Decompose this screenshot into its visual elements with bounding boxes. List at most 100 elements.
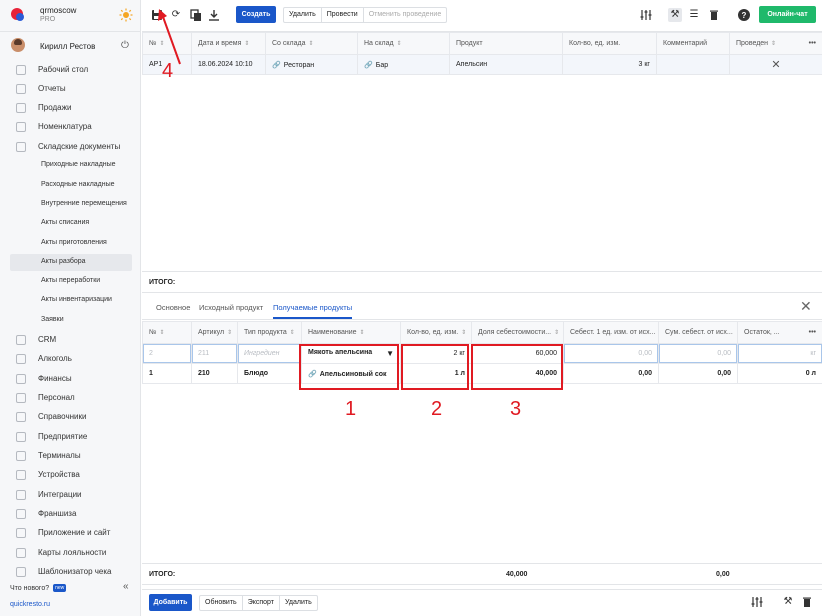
nav-item-nomenclature[interactable]: Номенклатура: [0, 118, 141, 136]
col-header-to[interactable]: На склад ⇕: [357, 32, 450, 55]
nav-item-reports[interactable]: Отчеты: [0, 80, 141, 98]
document-actions: Удалить Провести Отменить проведение: [283, 7, 448, 23]
cell-to: 🔗 Бар: [357, 54, 450, 75]
col-header-product[interactable]: Продукт: [449, 32, 563, 55]
add-button[interactable]: Добавить: [149, 594, 192, 611]
create-button[interactable]: Создать: [236, 6, 276, 23]
col-header-qty[interactable]: Кол-во, ед. изм.: [562, 32, 657, 55]
nav-item-devices[interactable]: Устройства: [0, 466, 141, 484]
download-icon[interactable]: [207, 8, 221, 22]
nav-item-franchise[interactable]: Франшиза: [0, 505, 141, 523]
user-profile[interactable]: Кирилл Рестов ⏻: [0, 33, 141, 59]
cell-article[interactable]: 211: [191, 343, 238, 364]
col-header-cost1[interactable]: Себест. 1 ед. изм. от исх...: [563, 321, 659, 344]
tools-icon[interactable]: ⚒: [781, 595, 795, 609]
cell-type[interactable]: Ингредиен: [237, 343, 302, 364]
crm-icon: [16, 335, 26, 345]
close-icon[interactable]: ✕: [800, 298, 812, 315]
bottom-total-row: ИТОГО: 40,000 0,00: [142, 563, 822, 585]
cell-sumcost[interactable]: 0,00: [658, 343, 738, 364]
nav-item-reference[interactable]: Справочники: [0, 408, 141, 426]
unpost-button[interactable]: Отменить проведение: [364, 8, 447, 22]
nav-item-warehouse[interactable]: Складские документы: [0, 138, 141, 156]
tab-source-product[interactable]: Исходный продукт: [199, 303, 263, 312]
refresh-button[interactable]: Обновить: [200, 596, 243, 610]
tools-icon[interactable]: ⚒: [668, 8, 682, 22]
filter-settings-icon[interactable]: [750, 595, 764, 609]
site-link[interactable]: quickresto.ru: [10, 601, 50, 608]
table-row[interactable]: АР1 18.06.2024 10:10 🔗 Ресторан 🔗 Бар Апел…: [142, 54, 822, 75]
col-header-date[interactable]: Дата и время ⇕: [191, 32, 266, 55]
subnav-item-inventory[interactable]: Акты инвентаризации: [10, 292, 132, 309]
trash-icon[interactable]: [800, 595, 814, 609]
col-header-num[interactable]: № ⇕: [142, 321, 192, 344]
col-header-sumcost[interactable]: Сум. себест. от исх...: [658, 321, 738, 344]
delete-row-button[interactable]: Удалить: [280, 596, 317, 610]
subnav-item-requests[interactable]: Заявки: [10, 312, 132, 329]
svg-text:?: ?: [742, 11, 747, 20]
nav-item-app[interactable]: Приложение и сайт: [0, 524, 141, 542]
more-icon[interactable]: •••: [809, 329, 816, 336]
tab-main[interactable]: Основное: [156, 303, 190, 312]
nav-item-terminals[interactable]: Терминалы: [0, 447, 141, 465]
staff-icon: [16, 393, 26, 403]
subnav-item-transfers[interactable]: Внутренние перемещения: [10, 196, 132, 213]
nav-label: Терминалы: [38, 451, 81, 460]
col-header-comment[interactable]: Комментарий: [656, 32, 730, 55]
more-icon[interactable]: •••: [809, 40, 816, 47]
nav-item-integrations[interactable]: Интеграции: [0, 486, 141, 504]
col-header-share[interactable]: Доля себестоимости... ⇕: [471, 321, 564, 344]
subnav-item-incoming[interactable]: Приходные накладные: [10, 157, 132, 174]
subnav-label: Внутренние перемещения: [41, 200, 127, 207]
nav-item-enterprise[interactable]: Предприятие: [0, 428, 141, 446]
nav-item-loyalty[interactable]: Карты лояльности: [0, 544, 141, 562]
theme-sun-icon[interactable]: [119, 8, 133, 22]
col-header-type[interactable]: Тип продукта ⇕: [237, 321, 302, 344]
help-icon[interactable]: ?: [737, 8, 751, 22]
nav-item-crm[interactable]: CRM: [0, 331, 141, 349]
nav-item-receipt[interactable]: Шаблонизатор чека: [0, 563, 141, 581]
delete-button[interactable]: Удалить: [284, 8, 322, 22]
nav-item-alcohol[interactable]: Алкоголь: [0, 350, 141, 368]
whats-new-link[interactable]: Что нового? new: [10, 584, 67, 592]
online-chat-button[interactable]: Онлайн-чат: [759, 6, 816, 23]
subnav-item-writeoff[interactable]: Акты списания: [10, 215, 132, 232]
copy-icon[interactable]: [189, 8, 203, 22]
brand-name[interactable]: qrmoscow: [40, 6, 76, 15]
nav-item-sales[interactable]: Продажи: [0, 99, 141, 117]
subnav-item-disassembly[interactable]: Акты разбора: [10, 254, 132, 271]
cell-rest[interactable]: кг: [737, 343, 822, 364]
trash-icon[interactable]: [707, 8, 721, 22]
subnav-item-outgoing[interactable]: Расходные накладные: [10, 177, 132, 194]
subnav-item-processing[interactable]: Акты переработки: [10, 273, 132, 290]
tab-resulting-products[interactable]: Получаемые продукты: [273, 303, 353, 319]
nav-item-staff[interactable]: Персонал: [0, 389, 141, 407]
filter-settings-icon[interactable]: [639, 8, 653, 22]
col-header-from[interactable]: Со склада ⇕: [265, 32, 358, 55]
col-header-qty[interactable]: Кол-во, ед. изм. ⇕: [400, 321, 472, 344]
nav-label: Номенклатура: [38, 122, 92, 131]
cell-sumcost: 0,00: [658, 363, 738, 384]
nav-item-finance[interactable]: Финансы: [0, 370, 141, 388]
annotation-number-3: 3: [510, 398, 522, 420]
col-header-posted[interactable]: Проведен ⇕ •••: [729, 32, 822, 55]
col-header-article[interactable]: Артикул ⇕: [191, 321, 238, 344]
cell-cost1[interactable]: 0,00: [563, 343, 659, 364]
power-icon[interactable]: ⏻: [121, 40, 129, 51]
cell-num[interactable]: 2: [142, 343, 192, 364]
cell-num: 1: [142, 363, 192, 384]
col-header-name[interactable]: Наименование ⇕: [301, 321, 401, 344]
cell-from: 🔗 Ресторан: [265, 54, 358, 75]
sort-icon: ⇕: [396, 41, 402, 47]
top-total-row: ИТОГО:: [142, 271, 822, 293]
nav-item-dashboard[interactable]: Рабочий стол: [0, 61, 141, 79]
export-button[interactable]: Экспорт: [243, 596, 281, 610]
list-view-icon[interactable]: ☰: [687, 8, 701, 22]
subnav-item-cooking[interactable]: Акты приготовления: [10, 235, 132, 252]
col-header-rest[interactable]: Остаток, ... •••: [737, 321, 822, 344]
col-label: Наименование: [308, 329, 357, 336]
sort-icon: ⇕: [244, 41, 250, 47]
collapse-sidebar-icon[interactable]: «: [123, 581, 129, 592]
post-button[interactable]: Провести: [322, 8, 364, 22]
sort-icon: ⇕: [359, 330, 365, 336]
